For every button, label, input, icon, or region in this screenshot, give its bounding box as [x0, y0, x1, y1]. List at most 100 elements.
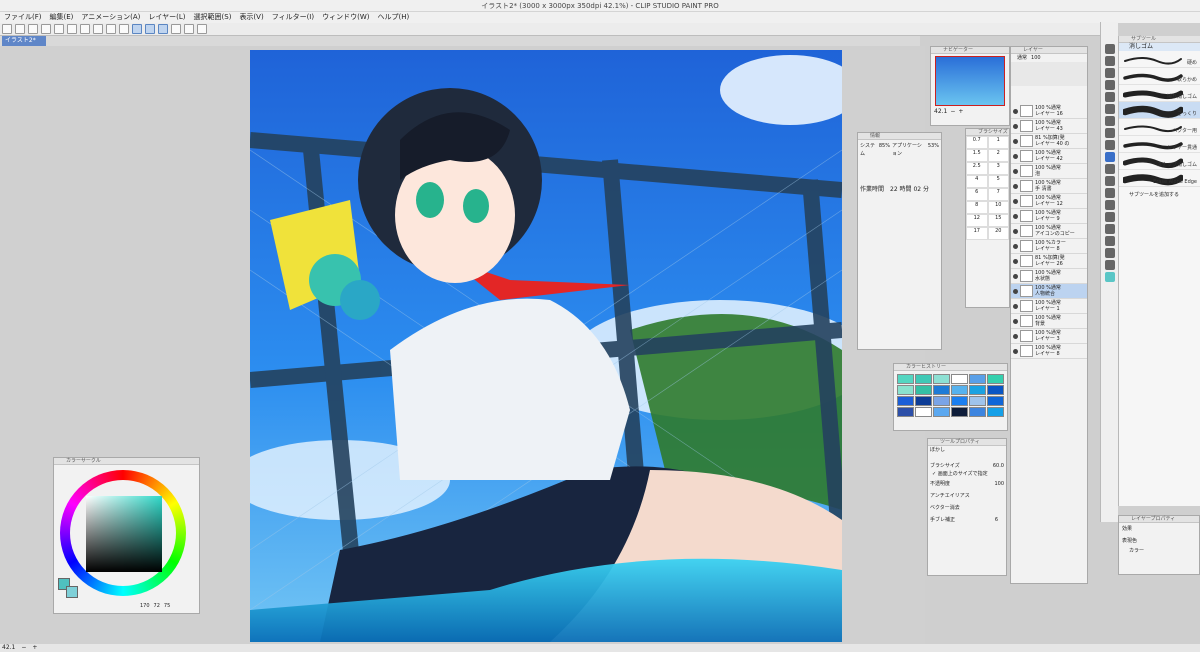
sub-color-swatch[interactable]	[66, 586, 78, 598]
eye-icon[interactable]	[1013, 108, 1018, 114]
color-history-swatch[interactable]	[933, 407, 950, 417]
zoom-out-icon[interactable]: −	[950, 108, 955, 116]
brush-size-cell[interactable]: 0.7	[966, 136, 988, 149]
pencil-tool-icon[interactable]	[1104, 116, 1115, 126]
color-history-swatch[interactable]	[969, 407, 986, 417]
snap-grid-icon[interactable]	[158, 24, 168, 34]
canvas-artwork[interactable]	[250, 50, 842, 642]
main-color-icon[interactable]	[1104, 272, 1115, 282]
move-tool-icon[interactable]	[1104, 56, 1115, 66]
color-history-swatch[interactable]	[897, 374, 914, 384]
color-history-swatch[interactable]	[987, 374, 1004, 384]
eye-icon[interactable]	[1013, 138, 1018, 144]
eye-icon[interactable]	[1013, 258, 1018, 264]
text-tool-icon[interactable]	[1104, 236, 1115, 246]
subtool-item[interactable]: ざっくり	[1119, 102, 1200, 119]
select-tool-icon[interactable]	[1104, 68, 1115, 78]
eye-icon[interactable]	[1013, 123, 1018, 129]
line-correction-tool-icon[interactable]	[1104, 260, 1115, 270]
eye-icon[interactable]	[1013, 228, 1018, 234]
color-history-swatch[interactable]	[987, 396, 1004, 406]
brush-size-cell[interactable]: 4	[966, 175, 988, 188]
layer-row[interactable]: 100 %通常 レイヤー 8	[1011, 344, 1087, 359]
eye-icon[interactable]	[1013, 213, 1018, 219]
menu-view[interactable]: 表示(V)	[239, 12, 263, 23]
eye-icon[interactable]	[1013, 288, 1018, 294]
color-history-swatch[interactable]	[969, 374, 986, 384]
color-history-swatch[interactable]	[897, 407, 914, 417]
snap-ruler-icon[interactable]	[132, 24, 142, 34]
navigator-preview[interactable]	[935, 56, 1005, 106]
fill-tool-icon[interactable]	[1104, 176, 1115, 186]
save-icon[interactable]	[28, 24, 38, 34]
brush-tool-icon[interactable]	[1104, 128, 1115, 138]
brush-size-cell[interactable]: 2.5	[966, 162, 988, 175]
subtool-item[interactable]: 硬め	[1119, 51, 1200, 68]
subtool-item[interactable]: 擦り消しゴム	[1119, 85, 1200, 102]
color-history-swatch[interactable]	[969, 385, 986, 395]
brush-size-cell[interactable]: 1	[987, 136, 1009, 149]
layer-row[interactable]: 100 %通常 レイヤー 16	[1011, 104, 1087, 119]
status-zoom-in-icon[interactable]: +	[32, 644, 37, 652]
brush-size-cell[interactable]: 5	[987, 175, 1009, 188]
eye-icon[interactable]	[1013, 183, 1018, 189]
color-history-swatch[interactable]	[897, 396, 914, 406]
brush-size-value[interactable]: 60.0	[993, 462, 1004, 470]
layer-row[interactable]: 100 %通常 アイコンのコピー	[1011, 224, 1087, 239]
brush-size-cell[interactable]: 15	[987, 214, 1009, 227]
clear-icon[interactable]	[67, 24, 77, 34]
brush-size-cell[interactable]: 10	[987, 201, 1009, 214]
zoom-tool-icon[interactable]	[1104, 44, 1115, 54]
zoom-in-icon[interactable]: +	[958, 108, 963, 116]
checkbox-icon[interactable]: ✓	[932, 471, 936, 477]
brush-size-cell[interactable]: 8	[966, 201, 988, 214]
status-zoom[interactable]: 42.1	[2, 644, 15, 652]
brush-size-cell[interactable]: 1.5	[966, 149, 988, 162]
menu-filter[interactable]: フィルター(I)	[272, 12, 314, 23]
hue-value[interactable]: 170	[140, 602, 150, 610]
opacity-value[interactable]: 100	[994, 480, 1004, 488]
display-color-select[interactable]: カラー	[1129, 548, 1144, 554]
subtool-item[interactable]: Erase Alone Edge	[1119, 170, 1200, 187]
gradient-tool-icon[interactable]	[1104, 188, 1115, 198]
eyedropper-tool-icon[interactable]	[1104, 92, 1115, 102]
blend-mode-select[interactable]: 通常	[1017, 54, 1027, 62]
layer-row[interactable]: 100 %通常 レイヤー 42	[1011, 149, 1087, 164]
subtool-item[interactable]: 軟らかめ	[1119, 68, 1200, 85]
subtool-item[interactable]: レイヤー貫通	[1119, 136, 1200, 153]
figure-tool-icon[interactable]	[1104, 200, 1115, 210]
eye-icon[interactable]	[1013, 273, 1018, 279]
menu-help[interactable]: ヘルプ(H)	[377, 12, 409, 23]
brush-size-cell[interactable]: 3	[987, 162, 1009, 175]
layer-row[interactable]: 100 %通常泡	[1011, 164, 1087, 179]
color-history-swatch[interactable]	[897, 385, 914, 395]
add-subtool-button[interactable]: サブツールを追加する	[1119, 187, 1200, 199]
color-history-swatch[interactable]	[969, 396, 986, 406]
layer-row[interactable]: 100 %通常 レイヤー 1	[1011, 299, 1087, 314]
color-history-swatch[interactable]	[933, 374, 950, 384]
open-file-icon[interactable]	[15, 24, 25, 34]
layer-row[interactable]: 100 %通常 レイヤー 3	[1011, 329, 1087, 344]
color-history-swatch[interactable]	[915, 385, 932, 395]
layer-row[interactable]: 100 %カラー レイヤー 8	[1011, 239, 1087, 254]
color-history-swatch[interactable]	[951, 374, 968, 384]
redo-icon[interactable]	[54, 24, 64, 34]
layer-row[interactable]: 100 %通常 レイヤー 12	[1011, 194, 1087, 209]
deselect-icon[interactable]	[106, 24, 116, 34]
brush-size-cell[interactable]: 6	[966, 188, 988, 201]
color-history-swatch[interactable]	[915, 374, 932, 384]
blend-tool-icon[interactable]	[1104, 164, 1115, 174]
menu-layer[interactable]: レイヤー(L)	[148, 12, 185, 23]
layer-row[interactable]: 100 %通常手 清書	[1011, 179, 1087, 194]
eye-icon[interactable]	[1013, 318, 1018, 324]
fill-icon[interactable]	[80, 24, 90, 34]
menu-selection[interactable]: 選択範囲(S)	[194, 12, 232, 23]
color-history-swatch[interactable]	[951, 385, 968, 395]
undo-icon[interactable]	[41, 24, 51, 34]
layer-opacity-value[interactable]: 100	[1031, 54, 1041, 62]
eye-icon[interactable]	[1013, 348, 1018, 354]
eye-icon[interactable]	[1013, 168, 1018, 174]
color-settings-icon[interactable]	[184, 24, 194, 34]
layer-row[interactable]: 81 %加算(発 レイヤー 40 の	[1011, 134, 1087, 149]
menu-edit[interactable]: 編集(E)	[50, 12, 74, 23]
